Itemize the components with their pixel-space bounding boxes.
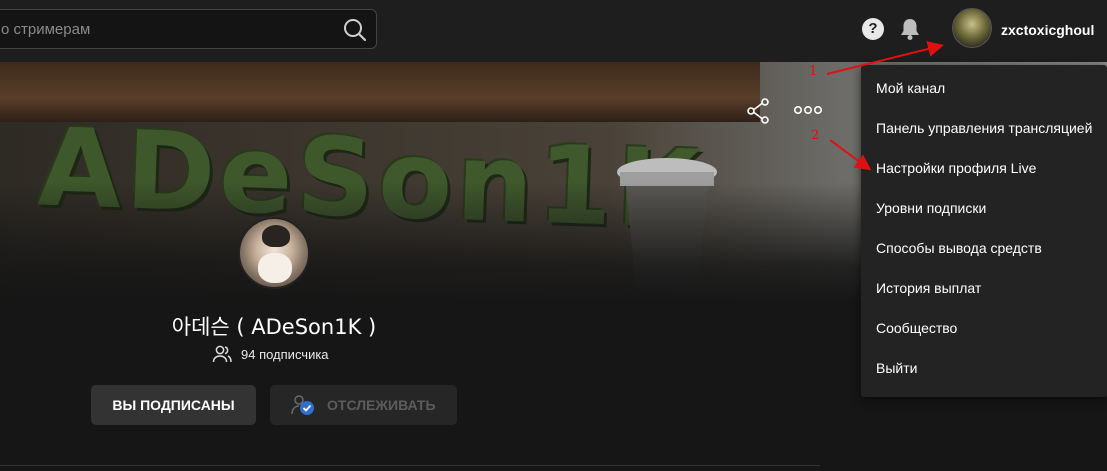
- share-icon[interactable]: [746, 98, 770, 124]
- user-avatar[interactable]: [952, 8, 992, 48]
- search-input[interactable]: [1, 10, 321, 48]
- channel-avatar: [238, 217, 310, 289]
- channel-name: 아데슨 ( ADeSon1K ): [171, 315, 377, 339]
- top-bar: ? zxctoxicghoul: [0, 0, 1107, 62]
- menu-item-my-channel[interactable]: Мой канал: [876, 80, 945, 96]
- follow-button[interactable]: ОТСЛЕЖИВАТЬ: [270, 385, 457, 425]
- page: ? zxctoxicghoul ADeSon1K 아데슨 ( ADeSon1K …: [0, 0, 1107, 471]
- subscriber-count: 94 подписчика: [241, 346, 329, 362]
- menu-item-payout-methods[interactable]: Способы вывода средств: [876, 240, 1042, 256]
- user-dropdown-menu: Мой канал Панель управления трансляцией …: [861, 65, 1107, 397]
- menu-item-subscription-tiers[interactable]: Уровни подписки: [876, 200, 986, 216]
- subscribed-button[interactable]: ВЫ ПОДПИСАНЫ: [91, 385, 256, 425]
- search-icon[interactable]: [342, 17, 368, 43]
- help-icon[interactable]: ?: [862, 18, 884, 40]
- follow-label: ОТСЛЕЖИВАТЬ: [327, 397, 436, 413]
- users-icon: [212, 345, 232, 363]
- bell-icon[interactable]: [899, 17, 921, 41]
- search-box[interactable]: [0, 9, 377, 49]
- subscriber-count-row: 94 подписчика: [212, 345, 329, 363]
- menu-item-logout[interactable]: Выйти: [876, 360, 917, 376]
- menu-item-payout-history[interactable]: История выплат: [876, 280, 981, 296]
- more-options-icon[interactable]: [792, 101, 824, 119]
- section-divider: [0, 465, 820, 466]
- menu-item-live-profile-settings[interactable]: Настройки профиля Live: [876, 160, 1036, 176]
- follow-check-icon: [291, 395, 314, 415]
- menu-item-stream-dashboard[interactable]: Панель управления трансляцией: [876, 120, 1092, 136]
- username[interactable]: zxctoxicghoul: [1001, 22, 1094, 38]
- annotation-marker-2: 2: [811, 128, 820, 143]
- annotation-marker-1: 1: [809, 64, 818, 79]
- menu-item-community[interactable]: Сообщество: [876, 320, 957, 336]
